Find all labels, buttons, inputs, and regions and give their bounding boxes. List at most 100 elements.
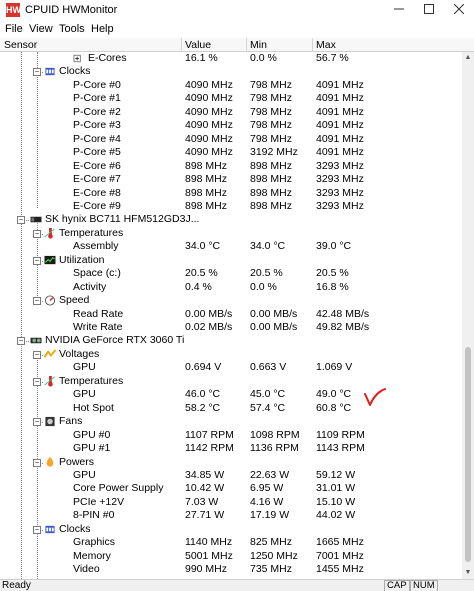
sensor-value: 898 MHz bbox=[185, 199, 228, 212]
sensor-row[interactable]: P-Core #2 4090 MHz 798 MHz 4091 MHz bbox=[0, 106, 462, 120]
sensor-row[interactable]: Assembly 34.0 °C 34.0 °C 39.0 °C bbox=[0, 240, 462, 254]
sensor-row[interactable]: Write Rate 0.02 MB/s 0.00 MB/s 49.82 MB/s bbox=[0, 321, 462, 335]
collapse-toggle[interactable]: − bbox=[33, 525, 41, 534]
sensor-row[interactable]: P-Core #3 4090 MHz 798 MHz 4091 MHz bbox=[0, 119, 462, 133]
collapse-toggle[interactable]: − bbox=[33, 297, 41, 306]
device-row[interactable]: − SK hynix BC711 HFM512GD3J... bbox=[0, 213, 462, 227]
sensor-value: 27.71 W bbox=[185, 509, 225, 522]
collapse-toggle[interactable]: − bbox=[33, 458, 41, 467]
scroll-up-arrow[interactable]: ▲ bbox=[462, 52, 474, 64]
sensor-value: 20.5 % bbox=[185, 267, 218, 280]
menu-tools[interactable]: Tools bbox=[59, 23, 85, 35]
menu-help[interactable]: Help bbox=[91, 23, 114, 35]
sensor-max: 49.82 MB/s bbox=[316, 321, 370, 333]
sensor-value: 4090 MHz bbox=[185, 78, 233, 91]
sensor-group-row[interactable]: − Speed bbox=[0, 294, 462, 308]
sensor-row[interactable]: 8-PIN #0 27.71 W 17.19 W 44.02 W bbox=[0, 509, 462, 523]
sensor-min: 798 MHz bbox=[250, 119, 293, 132]
sensor-min: 898 MHz bbox=[250, 199, 293, 212]
scroll-down-arrow[interactable]: ▼ bbox=[462, 567, 474, 579]
sensor-group-row[interactable]: − Clocks bbox=[0, 65, 462, 79]
sensor-row[interactable]: GPU #1 1142 RPM 1136 RPM 1143 RPM bbox=[0, 442, 462, 456]
sensor-max: 3293 MHz bbox=[316, 199, 364, 212]
menu-file[interactable]: File bbox=[5, 23, 23, 35]
menu-view[interactable]: View bbox=[29, 23, 53, 35]
sensor-group-row[interactable]: − Temperatures bbox=[0, 227, 462, 241]
collapse-toggle[interactable]: − bbox=[33, 256, 41, 265]
maximize-button[interactable] bbox=[414, 0, 444, 20]
sensor-label-p-core-3: P-Core #3 bbox=[73, 119, 121, 132]
sensor-row[interactable]: P-Core #4 4090 MHz 798 MHz 4091 MHz bbox=[0, 133, 462, 147]
sensor-row[interactable]: P-Core #1 4090 MHz 798 MHz 4091 MHz bbox=[0, 92, 462, 106]
sensor-group-row[interactable]: − Powers bbox=[0, 456, 462, 470]
sensor-group-row[interactable]: − Temperatures bbox=[0, 375, 462, 389]
sensor-min: 1136 RPM bbox=[250, 442, 299, 455]
column-sensor[interactable]: Sensor bbox=[4, 39, 37, 52]
sensor-max: 31.01 W bbox=[316, 482, 356, 495]
sensor-row[interactable]: Core Power Supply 10.42 W 6.95 W 31.01 W bbox=[0, 482, 462, 496]
sensor-row[interactable]: GPU 0.694 V 0.663 V 1.069 V bbox=[0, 361, 462, 375]
sensor-min: 34.0 °C bbox=[250, 240, 286, 253]
sensor-label-hot-spot: Hot Spot bbox=[73, 401, 114, 414]
sensor-row[interactable]: Graphics 1140 MHz 825 MHz 1665 MHz bbox=[0, 536, 462, 550]
close-button[interactable] bbox=[444, 0, 474, 20]
sensor-row[interactable]: Memory 5001 MHz 1250 MHz 7001 MHz bbox=[0, 550, 462, 564]
column-divider[interactable] bbox=[312, 38, 313, 52]
sensor-max: 3293 MHz bbox=[316, 159, 364, 172]
sensor-row[interactable]: E-Core #6 898 MHz 898 MHz 3293 MHz bbox=[0, 160, 462, 174]
vertical-scrollbar[interactable]: ▲ ▼ bbox=[462, 52, 474, 579]
caps-lock-indicator: CAP bbox=[384, 580, 410, 591]
sensor-row[interactable]: GPU #0 1107 RPM 1098 RPM 1109 RPM bbox=[0, 429, 462, 443]
sensor-value: 1142 RPM bbox=[185, 442, 234, 455]
sensor-group-row[interactable]: − Voltages bbox=[0, 348, 462, 362]
sensor-row[interactable]: E-Core #8 898 MHz 898 MHz 3293 MHz bbox=[0, 187, 462, 201]
column-value[interactable]: Value bbox=[185, 39, 211, 52]
sensor-value: 898 MHz bbox=[185, 186, 228, 199]
collapse-toggle[interactable]: − bbox=[33, 229, 41, 238]
sensor-row[interactable]: GPU 34.85 W 22.63 W 59.12 W bbox=[0, 469, 462, 483]
sensor-row[interactable]: P-Core #5 4090 MHz 3192 MHz 4091 MHz bbox=[0, 146, 462, 160]
sensor-row[interactable]: GPU 46.0 °C 45.0 °C 49.0 °C bbox=[0, 388, 462, 402]
sensor-max: 4091 MHz bbox=[316, 119, 364, 132]
sensor-row[interactable]: Hot Spot 58.2 °C 57.4 °C 60.8 °C bbox=[0, 402, 462, 416]
sensor-group-row[interactable]: − Clocks bbox=[0, 523, 462, 537]
sensor-label-voltages: Voltages bbox=[59, 347, 100, 360]
sensor-group-row[interactable]: − Utilization bbox=[0, 254, 462, 268]
sensor-row[interactable]: Video 990 MHz 735 MHz 1455 MHz bbox=[0, 563, 462, 577]
sensor-group-row[interactable]: − Fans bbox=[0, 415, 462, 429]
sensor-max: 4091 MHz bbox=[316, 92, 364, 105]
sensor-value: 7.03 W bbox=[185, 495, 219, 508]
sensor-label-temperatures: Temperatures bbox=[59, 374, 124, 387]
column-divider[interactable] bbox=[246, 38, 247, 52]
sensor-row[interactable]: E-Core #7 898 MHz 898 MHz 3293 MHz bbox=[0, 173, 462, 187]
sensor-min: 0.00 MB/s bbox=[250, 321, 298, 333]
device-row[interactable]: − NVIDIA GeForce RTX 3060 Ti bbox=[0, 334, 462, 348]
expand-icon[interactable] bbox=[73, 53, 85, 64]
sensor-min: 0.0 % bbox=[250, 280, 277, 293]
minimize-button[interactable] bbox=[384, 0, 414, 20]
collapse-toggle[interactable]: − bbox=[33, 418, 41, 427]
collapse-toggle[interactable]: − bbox=[33, 377, 41, 386]
collapse-toggle[interactable]: − bbox=[17, 216, 25, 225]
sensor-row[interactable]: P-Core #0 4090 MHz 798 MHz 4091 MHz bbox=[0, 79, 462, 93]
sensor-row[interactable]: Read Rate 0.00 MB/s 0.00 MB/s 42.48 MB/s bbox=[0, 308, 462, 322]
sensor-row[interactable]: E-Core #9 898 MHz 898 MHz 3293 MHz bbox=[0, 200, 462, 214]
collapse-toggle[interactable]: − bbox=[33, 68, 41, 77]
sensor-value: 46.0 °C bbox=[185, 388, 221, 401]
sensor-row[interactable]: E-Cores 16.1 % 0.0 % 56.7 % bbox=[0, 52, 462, 66]
collapse-toggle[interactable]: − bbox=[33, 350, 41, 359]
sensor-max: 15.10 W bbox=[316, 495, 356, 508]
sensor-value: 4090 MHz bbox=[185, 105, 233, 118]
column-divider[interactable] bbox=[181, 38, 182, 52]
scroll-thumb[interactable] bbox=[465, 347, 471, 562]
hwmonitor-app-icon[interactable]: HW bbox=[6, 3, 21, 17]
sensor-row[interactable]: Activity 0.4 % 0.0 % 16.8 % bbox=[0, 281, 462, 295]
sensor-row[interactable]: PCIe +12V 7.03 W 4.16 W 15.10 W bbox=[0, 496, 462, 510]
sensor-tree[interactable]: E-Cores 16.1 % 0.0 % 56.7 % − Clocks P-Core #0… bbox=[0, 52, 462, 579]
sensor-value: 4090 MHz bbox=[185, 132, 233, 145]
sensor-label-8-pin-0: 8-PIN #0 bbox=[73, 509, 115, 522]
collapse-toggle[interactable]: − bbox=[17, 337, 25, 346]
column-min[interactable]: Min bbox=[250, 39, 267, 52]
sensor-row[interactable]: Space (c:) 20.5 % 20.5 % 20.5 % bbox=[0, 267, 462, 281]
column-max[interactable]: Max bbox=[316, 39, 336, 52]
